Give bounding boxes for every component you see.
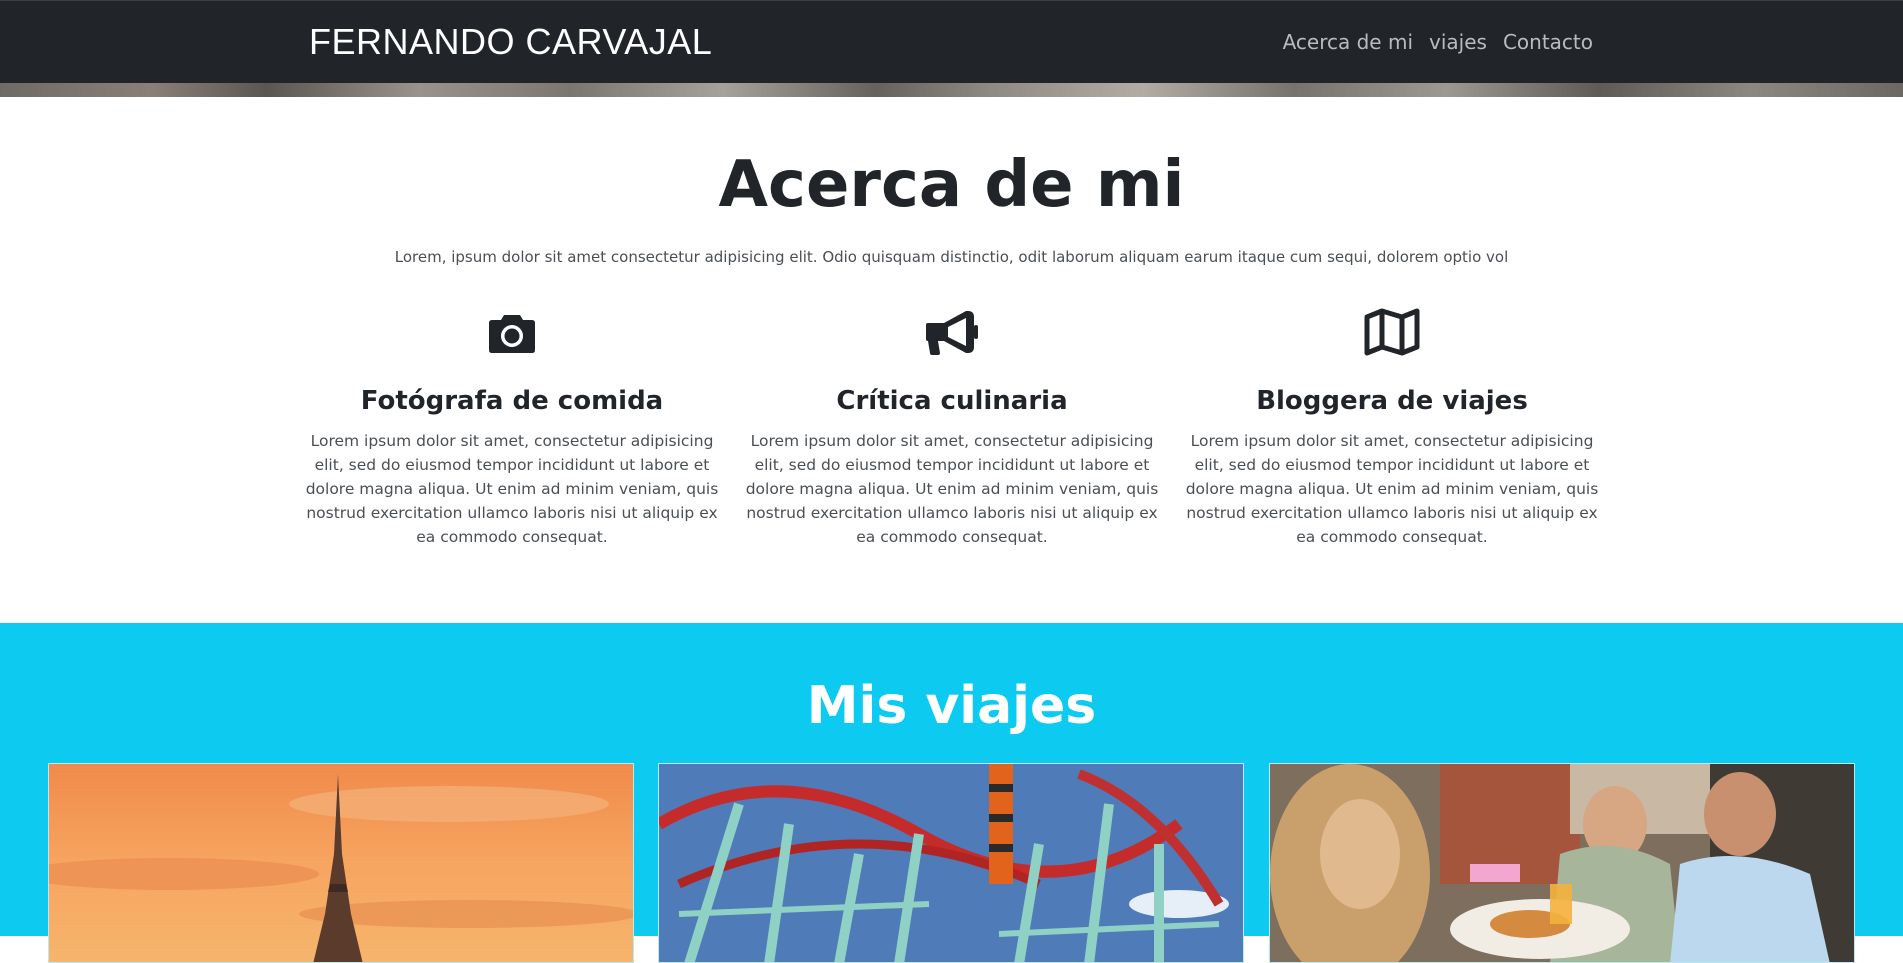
roller-coaster-image — [659, 764, 1243, 962]
friends-dining-image — [1270, 764, 1854, 962]
megaphone-icon — [926, 311, 978, 355]
travel-card-dining[interactable] — [1269, 763, 1855, 963]
about-intro: Lorem, ipsum dolor sit amet consectetur … — [394, 248, 1509, 266]
map-icon — [1364, 308, 1420, 356]
feature-travel-blogger: Bloggera de viajes Lorem ipsum dolor sit… — [1182, 307, 1602, 549]
navbar: FERNANDO CARVAJAL Acerca de mi viajes Co… — [0, 0, 1903, 83]
eiffel-tower-sunset-image — [49, 764, 633, 962]
travels-title: Mis viajes — [806, 676, 1097, 736]
feature-title: Fotógrafa de comida — [360, 386, 664, 416]
brand-logo[interactable]: FERNANDO CARVAJAL — [309, 19, 712, 65]
feature-title: Bloggera de viajes — [1256, 386, 1528, 416]
feature-text: Lorem ipsum dolor sit amet, consectetur … — [305, 432, 719, 546]
feature-food-photographer: Fotógrafa de comida Lorem ipsum dolor si… — [302, 307, 722, 549]
nav-link-acerca[interactable]: Acerca de mi — [1283, 29, 1413, 55]
travel-card-rollercoaster[interactable] — [658, 763, 1244, 963]
about-section: Acerca de mi Lorem, ipsum dolor sit amet… — [0, 97, 1903, 623]
nav-link-viajes[interactable]: viajes — [1429, 29, 1487, 55]
nav-link-contacto[interactable]: Contacto — [1503, 29, 1593, 55]
feature-text: Lorem ipsum dolor sit amet, consectetur … — [1185, 432, 1599, 546]
feature-food-critic: Crítica culinaria Lorem ipsum dolor sit … — [742, 307, 1162, 549]
feature-text: Lorem ipsum dolor sit amet, consectetur … — [745, 432, 1159, 546]
nav-links: Acerca de mi viajes Contacto — [1283, 29, 1593, 55]
camera-icon — [489, 315, 535, 353]
hero-image-strip — [0, 83, 1903, 97]
about-title: Acerca de mi — [718, 148, 1185, 222]
feature-title: Crítica culinaria — [836, 386, 1068, 416]
travels-section: Mis viajes — [0, 623, 1903, 963]
travel-card-paris[interactable] — [48, 763, 634, 963]
